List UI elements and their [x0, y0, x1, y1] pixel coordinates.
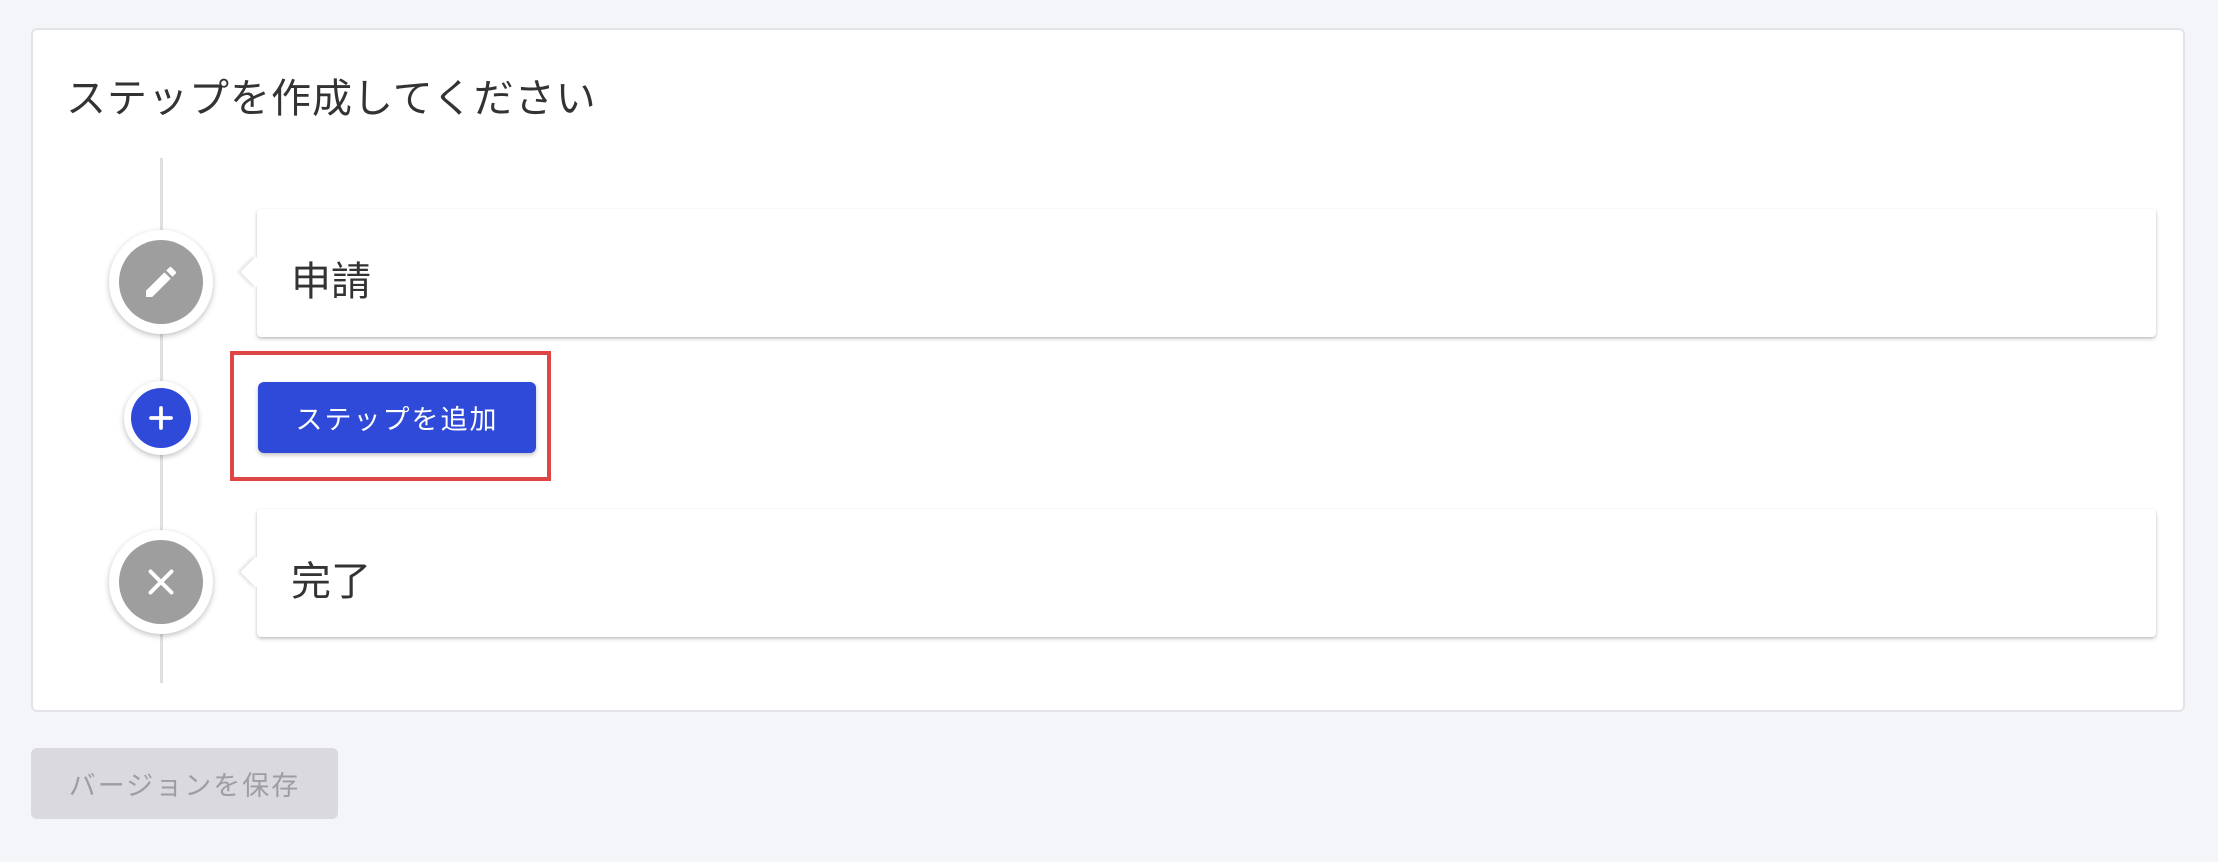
step-card-complete[interactable]: 完了	[257, 509, 2156, 637]
step-node-complete	[109, 530, 213, 634]
step-label: 申請	[291, 259, 371, 305]
close-icon	[119, 540, 203, 624]
add-step-button[interactable]: ステップを追加	[258, 382, 536, 453]
add-step-node[interactable]	[124, 381, 198, 455]
step-node-application	[109, 230, 213, 334]
step-editor-panel: ステップを作成してください 申請 ステップを追加 完了	[31, 28, 2185, 712]
pencil-icon	[119, 240, 203, 324]
step-label: 完了	[291, 559, 371, 605]
page-title: ステップを作成してください	[66, 76, 597, 122]
step-card-application[interactable]: 申請	[257, 209, 2156, 337]
save-version-button[interactable]: バージョンを保存	[31, 748, 338, 819]
plus-icon	[131, 388, 191, 448]
